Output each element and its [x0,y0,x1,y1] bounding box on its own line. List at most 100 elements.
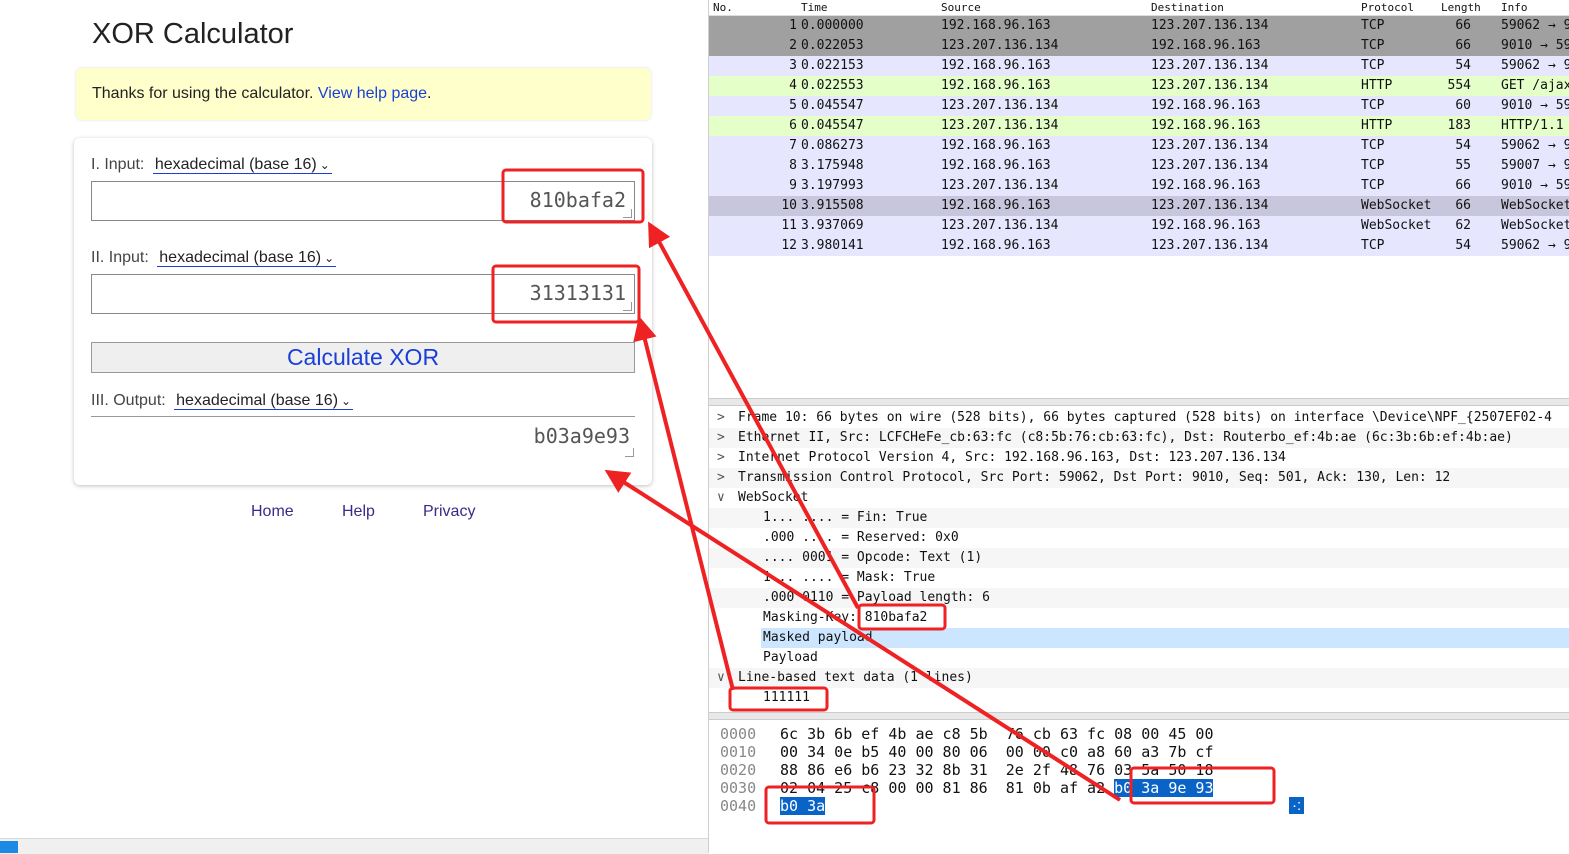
resize-handle-icon[interactable] [625,448,634,457]
col-no[interactable]: No. [713,1,733,14]
page-title: XOR Calculator [92,18,294,50]
taskbar-icon[interactable] [0,841,18,853]
chevron-right-icon[interactable]: > [717,428,725,448]
col-info[interactable]: Info [1501,1,1528,14]
packet-len: 55 [1455,158,1471,173]
packet-src: 192.168.96.163 [941,198,1051,213]
footer-privacy-link[interactable]: Privacy [423,503,475,521]
footer-help-link[interactable]: Help [342,503,375,521]
pane-splitter[interactable] [709,398,1569,406]
detail-row[interactable]: > Internet Protocol Version 4, Src: 192.1… [709,448,1569,468]
col-length[interactable]: Length [1441,1,1481,14]
packet-time: 0.045547 [801,98,864,113]
packet-row[interactable]: 10 3.915508 192.168.96.163 123.207.136.134 W… [709,196,1569,216]
packet-len: 183 [1447,118,1471,133]
packet-row[interactable]: 5 0.045547 123.207.136.134 192.168.96.163 TC… [709,96,1569,116]
footer-home-link[interactable]: Home [251,503,294,521]
packet-row[interactable]: 11 3.937069 123.207.136.134 192.168.96.163 W… [709,216,1569,236]
detail-text: 1... .... = Mask: True [763,570,936,585]
ascii-column[interactable]: ·: [1289,797,1305,815]
input1-format-select[interactable]: hexadecimal (base 16) ⌄ [152,156,332,174]
detail-row[interactable]: 111111 [709,688,1569,708]
packet-row[interactable]: 6 0.045547 123.207.136.134 192.168.96.163 HT… [709,116,1569,136]
input1-field[interactable]: 810bafa2 [91,181,635,221]
help-page-link[interactable]: View help page [318,85,427,102]
detail-row[interactable]: ∨ Line-based text data (1 lines) [709,668,1569,688]
packet-time: 0.022553 [801,78,864,93]
packet-row[interactable]: 12 3.980141 192.168.96.163 123.207.136.134 T… [709,236,1569,256]
detail-row[interactable]: > Frame 10: 66 bytes on wire (528 bits), … [709,408,1569,428]
packet-proto: WebSocket [1361,198,1432,213]
input2-format-select[interactable]: hexadecimal (base 16) ⌄ [157,249,337,267]
detail-row[interactable]: 1... .... = Mask: True [709,568,1569,588]
detail-row[interactable]: > Transmission Control Protocol, Src Port… [709,468,1569,488]
packet-row[interactable]: 1 0.000000 192.168.96.163 123.207.136.134 TC… [709,16,1569,36]
packet-len: 54 [1455,138,1471,153]
packet-row[interactable]: 3 0.022153 192.168.96.163 123.207.136.134 TC… [709,56,1569,76]
resize-handle-icon[interactable] [623,209,632,218]
chevron-down-icon: ⌄ [341,394,352,408]
detail-row[interactable]: .000 0110 = Payload length: 6 [709,588,1569,608]
detail-row[interactable]: ∨ WebSocket [709,488,1569,508]
packet-info: 59007 → 9 [1501,158,1569,173]
output-row: III. Output: hexadecimal (base 16) ⌄ [91,392,354,410]
calculator-card: I. Input: hexadecimal (base 16) ⌄ 810bafa… [74,138,652,485]
wireshark-window: No. Time Source Destination Protocol Len… [708,0,1569,853]
packet-row[interactable]: 2 0.022053 123.207.136.134 192.168.96.163 TC… [709,36,1569,56]
detail-row[interactable]: 1... .... = Fin: True [709,508,1569,528]
packet-dst: 123.207.136.134 [1151,78,1269,93]
packet-row[interactable]: 7 0.086273 192.168.96.163 123.207.136.134 TC… [709,136,1569,156]
detail-row[interactable]: Masked payload [761,628,1569,648]
chevron-down-icon[interactable]: ∨ [717,488,725,508]
packet-proto: HTTP [1361,78,1393,93]
detail-text: .000 .... = Reserved: 0x0 [763,530,959,545]
chevron-down-icon[interactable]: ∨ [717,668,725,688]
xor-calculator-page: XOR Calculator Thanks for using the calc… [0,0,708,838]
pane-splitter[interactable] [709,712,1569,720]
hex-offset: 0000 [720,725,757,743]
chevron-right-icon[interactable]: > [717,408,725,428]
detail-row[interactable]: .... 0001 = Opcode: Text (1) [709,548,1569,568]
col-destination[interactable]: Destination [1151,1,1224,14]
packet-time: 0.022053 [801,38,864,53]
detail-text: Masking-Key: 810bafa2 [763,610,928,625]
packet-dst: 192.168.96.163 [1151,218,1261,233]
col-time[interactable]: Time [801,1,828,14]
packet-time: 0.045547 [801,118,864,133]
packet-no: 7 [789,138,797,153]
detail-row[interactable]: Masking-Key: 810bafa2 [709,608,1569,628]
chevron-right-icon[interactable]: > [717,468,725,488]
resize-handle-icon[interactable] [623,302,632,311]
packet-info: 9010 → 59 [1501,178,1569,193]
hex-offset: 0010 [720,743,757,761]
packet-proto: TCP [1361,138,1385,153]
packet-len: 66 [1455,38,1471,53]
detail-row[interactable]: > Ethernet II, Src: LCFCHeFe_cb:63:fc (c8… [709,428,1569,448]
detail-row[interactable]: Payload [709,648,1569,668]
input2-value: 31313131 [529,281,626,305]
chevron-right-icon[interactable]: > [717,448,725,468]
output-format-select[interactable]: hexadecimal (base 16) ⌄ [174,392,354,410]
hex-bytes-plain: 6c 3b 6b ef 4b ae c8 5b 76 cb 63 fc 08 0… [780,725,1214,743]
detail-text: Masked payload [763,630,873,645]
detail-text: Line-based text data (1 lines) [738,670,973,685]
calculate-xor-button[interactable]: Calculate XOR [91,342,635,373]
notice-banner: Thanks for using the calculator. View he… [76,68,651,120]
hex-bytes-plain: 02 04 25 c8 00 00 81 86 81 0b af a2 [780,779,1115,797]
packet-src: 192.168.96.163 [941,58,1051,73]
col-source[interactable]: Source [941,1,981,14]
packet-info: 9010 → 59 [1501,38,1569,53]
packet-row[interactable]: 8 3.175948 192.168.96.163 123.207.136.134 TC… [709,156,1569,176]
packet-info: 59062 → 9 [1501,18,1569,33]
packet-row[interactable]: 9 3.197993 123.207.136.134 192.168.96.163 TC… [709,176,1569,196]
packet-row[interactable]: 4 0.022553 192.168.96.163 123.207.136.134 HT… [709,76,1569,96]
input2-field[interactable]: 31313131 [91,274,635,314]
packet-no: 1 [789,18,797,33]
chevron-down-icon: ⌄ [319,158,330,172]
packet-dst: 123.207.136.134 [1151,238,1269,253]
detail-text: Payload [763,650,818,665]
col-protocol[interactable]: Protocol [1361,1,1414,14]
packet-proto: TCP [1361,158,1385,173]
packet-info: 59062 → 9 [1501,58,1569,73]
detail-row[interactable]: .000 .... = Reserved: 0x0 [709,528,1569,548]
